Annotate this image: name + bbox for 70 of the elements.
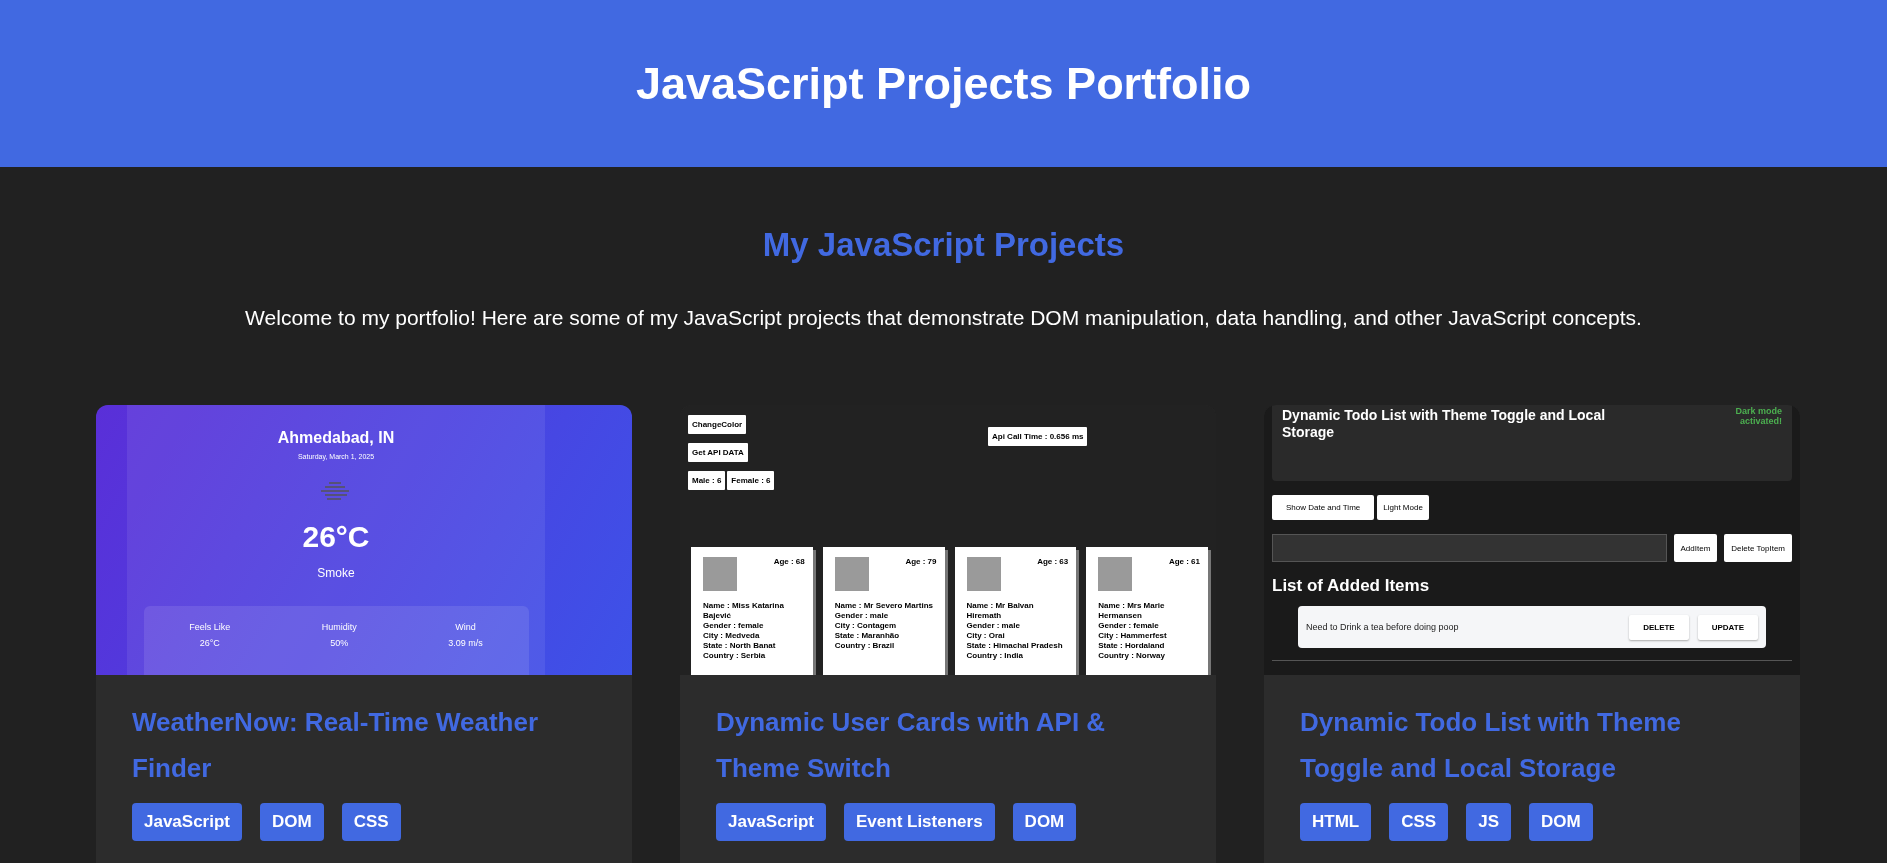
item-text: Need to Drink a tea before doing poop	[1306, 622, 1460, 632]
stat-label: Humidity	[321, 622, 357, 632]
section-heading: My JavaScript Projects	[761, 225, 1126, 265]
tech-tag: JavaScript	[132, 803, 242, 841]
app-button: AddItem	[1673, 534, 1718, 562]
user-detail: City : Hammerfest	[1098, 631, 1168, 641]
tech-tag: CSS	[1389, 803, 1449, 841]
photo-placeholder	[834, 557, 869, 591]
tech-tag: CSS	[341, 803, 401, 841]
city-name: Ahmedabad, IN	[277, 429, 395, 447]
age-text: Age : 63	[1037, 557, 1069, 567]
photo-placeholder	[966, 557, 1001, 591]
tech-tag: DOM	[1529, 803, 1593, 841]
app-button: Light Mode	[1377, 495, 1429, 520]
stat-value: 26°C	[199, 638, 220, 648]
user-detail: State : Maranhão	[834, 631, 901, 641]
api-time-badge: Api Call Time : 0.656 ms	[988, 427, 1088, 446]
project-title[interactable]: Dynamic User Cards with API & Theme Switch	[716, 699, 1180, 791]
condition-text: Smoke	[317, 566, 355, 580]
stat-value: 50%	[330, 638, 349, 648]
stat-label: Feels Like	[189, 622, 231, 632]
app-title: Dynamic Todo List with Theme Toggle and Local Storage	[1282, 406, 1607, 442]
list-heading: List of Added Items	[1272, 576, 1431, 596]
user-detail: Name : Mrs Marie Hermansen	[1098, 601, 1166, 621]
temperature: 26°C	[302, 520, 370, 554]
user-detail: Name : Miss Katarina Bajević	[703, 601, 785, 621]
status-text: Dark mode activated!	[1734, 405, 1782, 428]
app-button: ChangeColor	[688, 415, 747, 434]
tech-tag: JS	[1466, 803, 1511, 841]
page-title: JavaScript Projects Portfolio	[635, 57, 1252, 110]
user-detail: Name : Mr Balvan Hiremath	[966, 601, 1035, 621]
user-detail: State : Hordaland	[1098, 641, 1166, 651]
user-detail: City : Medveda	[703, 631, 761, 641]
user-detail: Country : India	[966, 651, 1024, 661]
tech-tag: JavaScript	[716, 803, 826, 841]
haze-icon	[321, 482, 351, 500]
user-detail: Gender : male	[834, 611, 890, 621]
user-detail: City : Contagem	[834, 621, 898, 631]
stat-value: 3.09 m/s	[448, 638, 483, 648]
user-detail: Gender : female	[703, 621, 765, 631]
user-detail: Name : Mr Severo Martins	[834, 601, 934, 611]
item-action-button: DELETE	[1629, 614, 1689, 640]
app-button: Get API DATA	[688, 443, 748, 462]
photo-placeholder	[1098, 557, 1133, 591]
user-detail: City : Orai	[966, 631, 1006, 641]
project-title[interactable]: Dynamic Todo List with Theme Toggle and Local Storage	[1300, 699, 1764, 791]
photo-placeholder	[703, 557, 737, 591]
tech-tag: DOM	[260, 803, 324, 841]
user-detail: State : Himachal Pradesh	[966, 641, 1064, 651]
count-badge: Male : 6	[688, 471, 726, 490]
count-badge: Female : 6	[727, 471, 775, 490]
intro-text: Welcome to my portfolio! Here are some of my JavaScript projects that demonstrate DOM manipulation, data handling, and other JavaScript concepts.	[244, 305, 1643, 331]
project-title[interactable]: WeatherNow: Real-Time Weather Finder	[132, 699, 596, 791]
user-detail: Gender : female	[1098, 621, 1160, 631]
user-detail: Country : Serbia	[703, 651, 767, 661]
user-detail: State : North Banat	[703, 641, 777, 651]
app-button: Show Date and Time	[1272, 495, 1375, 520]
user-detail: Country : Brazil	[834, 641, 896, 651]
age-text: Age : 79	[905, 557, 937, 567]
tech-tag: Event Listeners	[844, 803, 995, 841]
item-action-button: UPDATE	[1697, 614, 1758, 640]
tech-tag: DOM	[1012, 803, 1077, 841]
app-button: Delete TopItem	[1724, 534, 1792, 562]
user-detail: Country : Norway	[1098, 651, 1166, 661]
tech-tag: HTML	[1300, 803, 1372, 841]
age-text: Age : 68	[773, 557, 805, 567]
stat-label: Wind	[455, 622, 476, 632]
age-text: Age : 61	[1168, 557, 1200, 567]
project-card[interactable]	[1264, 405, 1800, 863]
user-detail: Gender : male	[966, 621, 1021, 631]
